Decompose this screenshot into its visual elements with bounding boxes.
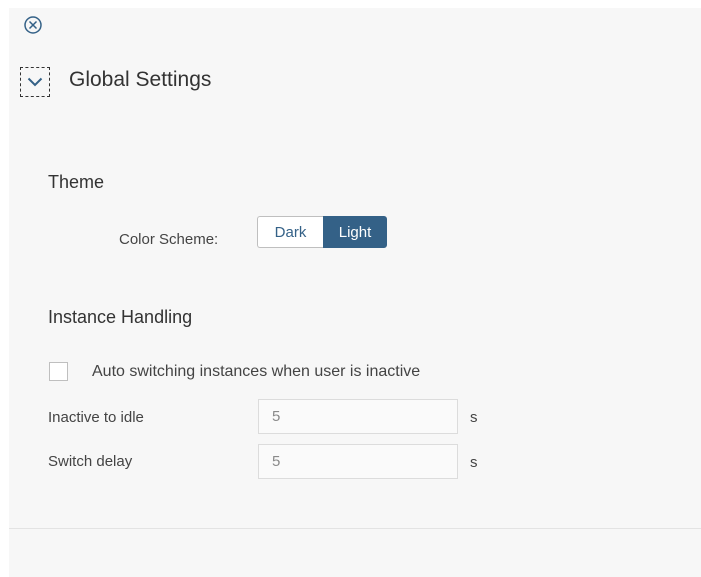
chevron-down-icon (27, 77, 43, 87)
light-scheme-button[interactable]: Light (323, 216, 387, 248)
color-scheme-label: Color Scheme: (119, 231, 219, 248)
switch-delay-input[interactable] (258, 444, 458, 479)
collapse-button[interactable] (20, 67, 50, 97)
close-icon[interactable] (23, 15, 43, 35)
theme-section-title: Theme (48, 172, 105, 192)
inactive-to-idle-input[interactable] (258, 399, 458, 434)
footer-divider (9, 528, 701, 529)
inactive-to-idle-label: Inactive to idle (48, 409, 144, 426)
auto-switch-label: Auto switching instances when user is in… (92, 363, 421, 380)
switch-delay-unit-label: s (470, 454, 478, 471)
instance-handling-section-title: Instance Handling (48, 307, 193, 327)
panel-title: Global Settings (69, 68, 212, 91)
auto-switch-checkbox[interactable] (49, 362, 68, 381)
dark-scheme-button[interactable]: Dark (257, 216, 323, 248)
color-scheme-toggle: Dark Light (257, 216, 387, 248)
inactive-unit-label: s (470, 409, 478, 426)
switch-delay-label: Switch delay (48, 453, 133, 470)
settings-panel (9, 8, 701, 577)
